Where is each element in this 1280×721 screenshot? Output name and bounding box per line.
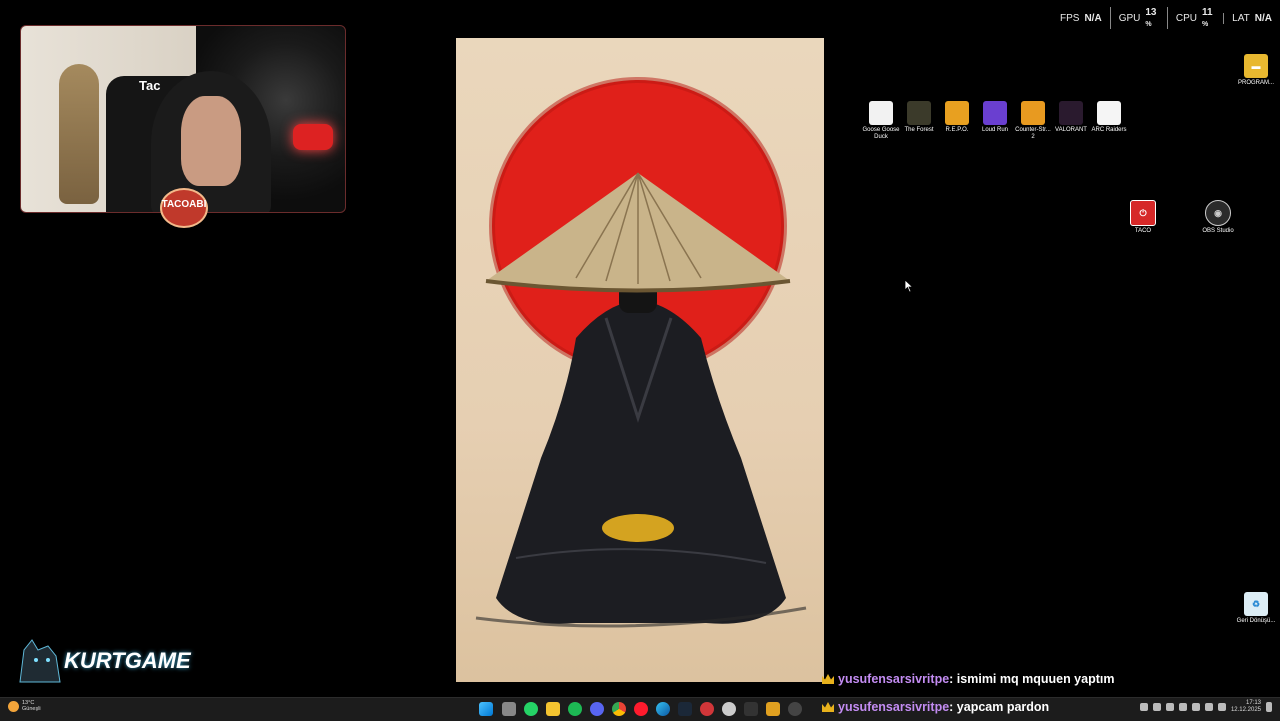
wood-carving: [59, 64, 99, 204]
network-icon[interactable]: [1178, 703, 1187, 711]
notification-icon[interactable]: [1266, 702, 1272, 712]
terminal-icon[interactable]: [744, 702, 758, 716]
wallpaper-image: [456, 38, 824, 682]
loudrun-icon: [983, 101, 1007, 125]
chat-username: yusufensarsivritpe: [838, 700, 950, 714]
desktop-shortcut[interactable]: Counter-Str... 2: [1013, 101, 1053, 141]
lat-value: N/A: [1254, 12, 1272, 24]
obs-taskbar-icon[interactable]: [788, 702, 802, 716]
power-icon: ⏻: [1130, 200, 1156, 226]
streamer-name-badge: TACOABI: [160, 188, 208, 228]
gpu-label: GPU: [1118, 12, 1141, 24]
system-tray: 17:13 12.12.2025: [1139, 700, 1272, 714]
chat-message: yusufensarsivritpe: ismimi mq mquuen yap…: [822, 672, 1114, 686]
goose-icon: [869, 101, 893, 125]
tray-app-icon[interactable]: [1152, 703, 1161, 711]
desktop-shortcut-label: VALORANT: [1055, 127, 1087, 133]
chat-username: yusufensarsivritpe: [838, 672, 950, 686]
edge-icon[interactable]: [656, 702, 670, 716]
speaker-icon[interactable]: [1217, 703, 1226, 711]
settings-app-icon[interactable]: [722, 702, 736, 716]
whatsapp-icon[interactable]: [524, 702, 538, 716]
lat-label: LAT: [1232, 12, 1250, 24]
weather-widget[interactable]: 13°C Güneşli: [8, 700, 41, 712]
chevron-up-icon[interactable]: [1139, 703, 1148, 711]
bluetooth-icon[interactable]: [1165, 703, 1174, 711]
opera-gx-icon[interactable]: [634, 702, 648, 716]
program-folder[interactable]: ▬ PROGRAM...: [1236, 54, 1276, 87]
fps-readout: FPS N/A: [1052, 13, 1110, 24]
discord-icon[interactable]: [590, 702, 604, 716]
obs-icon: ◉: [1205, 200, 1231, 226]
spotify-icon[interactable]: [568, 702, 582, 716]
red-app-icon[interactable]: [700, 702, 714, 716]
chat-text: : yapcam pardon: [949, 700, 1050, 714]
obs-studio-shortcut[interactable]: ◉ OBS Studio: [1198, 200, 1238, 235]
start-button-icon[interactable]: [479, 702, 493, 716]
desktop-shortcut[interactable]: Goose Goose Duck: [861, 101, 901, 141]
desktop-shortcut-label: ARC Raiders: [1091, 127, 1127, 133]
crown-icon: [822, 702, 834, 712]
clock[interactable]: 17:13 12.12.2025: [1231, 700, 1261, 714]
chat-text: : ismimi mq mquuen yaptım: [949, 672, 1115, 686]
desktop-shortcut[interactable]: R.E.P.O.: [937, 101, 977, 134]
fps-value: N/A: [1084, 12, 1102, 24]
cs2-icon: [1021, 101, 1045, 125]
tattooed-hand: [181, 96, 241, 186]
steam-icon[interactable]: [678, 702, 692, 716]
gpu-value: 13 %: [1145, 7, 1157, 28]
crown-icon: [822, 674, 834, 684]
desktop-shortcut[interactable]: ARC Raiders: [1089, 101, 1129, 134]
chat-message: yusufensarsivritpe: yapcam pardon: [822, 700, 1049, 714]
desktop-shortcut-label: The Forest: [904, 127, 934, 133]
kurtgame-logo-text: KURTGAME: [64, 648, 191, 673]
folder-icon: ▬: [1244, 54, 1268, 78]
red-light: [293, 124, 333, 150]
cpu-value: 11 %: [1202, 7, 1213, 28]
taskbar: 13°C Güneşli 17:13 12.12.2025: [0, 697, 1280, 721]
desktop-shortcut[interactable]: The Forest: [899, 101, 939, 134]
recycle-bin[interactable]: ♻ Geri Dönüşü...: [1236, 592, 1276, 625]
clock-date: 12.12.2025: [1230, 707, 1261, 713]
fps-label: FPS: [1060, 12, 1080, 24]
repo-icon: [945, 101, 969, 125]
clock-time: 17:13: [1245, 700, 1261, 706]
arc-raiders-icon: [1097, 101, 1121, 125]
forest-icon: [907, 101, 931, 125]
gpu-readout: GPU 13 %: [1109, 7, 1167, 29]
task-view-icon[interactable]: [502, 702, 516, 716]
file-explorer-icon[interactable]: [546, 702, 560, 716]
desktop-shortcut[interactable]: Loud Run: [975, 101, 1015, 134]
cpu-label: CPU: [1175, 12, 1198, 24]
samurai-illustration: [475, 77, 807, 628]
webcam-overlay: Tac: [20, 25, 346, 213]
microphone-icon[interactable]: [1191, 703, 1200, 711]
cpu-readout: CPU 11 %: [1166, 7, 1223, 29]
desktop-shortcut[interactable]: VALORANT: [1051, 101, 1091, 134]
performance-overlay: FPS N/A GPU 13 % CPU 11 % LAT N/A: [1052, 7, 1280, 29]
desktop-shortcut-label: Counter-Str... 2: [1015, 127, 1051, 140]
chrome-icon[interactable]: [612, 702, 626, 716]
weather-desc: Güneşli: [22, 706, 41, 712]
recycle-bin-icon: ♻: [1244, 592, 1268, 616]
lat-readout: LAT N/A: [1223, 12, 1280, 24]
desktop-shortcut-label: R.E.P.O.: [945, 127, 969, 133]
sun-icon: [8, 700, 19, 712]
mouse-cursor-icon: [904, 279, 914, 293]
chair-text: Tac: [139, 78, 161, 93]
taco-shortcut[interactable]: ⏻ TACO: [1123, 200, 1163, 235]
desktop-shortcut-label: Loud Run: [981, 127, 1009, 133]
valorant-icon: [1059, 101, 1083, 125]
wifi-icon[interactable]: [1204, 703, 1213, 711]
game-launcher-icon[interactable]: [766, 702, 780, 716]
desktop-shortcut-label: Goose Goose Duck: [862, 127, 900, 140]
